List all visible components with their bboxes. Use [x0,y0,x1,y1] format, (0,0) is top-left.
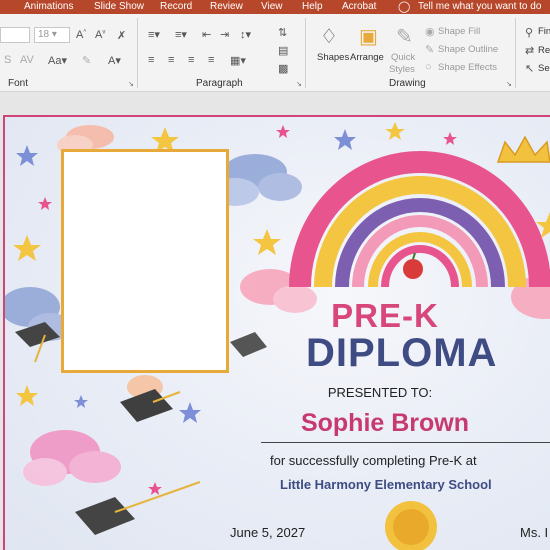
tab-review[interactable]: Review [210,1,243,12]
presented-to-label[interactable]: PRESENTED TO: [305,385,455,400]
name-underline [261,442,550,443]
star-icon [148,482,162,495]
cloud-icon [23,430,121,486]
star-icon [179,402,201,423]
shrink-font-icon[interactable]: Av [95,29,105,41]
graduation-cap-icon [75,481,201,535]
decrease-indent-icon[interactable]: ⇤ [202,28,211,41]
ribbon: 18 ▾ A^ Av ✗ S AV Aa▾ ✎ A▾ Font ↘ ≡▾ ≡▾ … [0,14,550,92]
completion-text[interactable]: for successfully completing Pre-K at [270,453,550,468]
quick-styles-icon[interactable]: ✎ [396,24,413,49]
shape-effects-icon: ○ [425,61,432,73]
shape-outline-icon: ✎ [425,44,435,56]
shapes-button[interactable]: Shapes [317,52,349,63]
replace-button[interactable]: Re [538,45,550,56]
bullets-icon[interactable]: ≡▾ [148,28,160,41]
tab-help[interactable]: Help [302,1,323,12]
shapes-icon[interactable]: ♢ [320,24,338,49]
drawing-dialog-launcher-icon[interactable]: ↘ [506,80,512,88]
select-icon: ↖ [525,63,535,75]
graduation-cap-icon [120,389,181,422]
change-case-icon[interactable]: Aa▾ [48,54,67,67]
diploma-date[interactable]: June 5, 2027 [230,525,305,540]
tab-animations[interactable]: Animations [24,1,73,12]
teacher-name[interactable]: Ms. I [520,525,548,540]
tab-acrobat[interactable]: Acrobat [342,1,376,12]
numbering-icon[interactable]: ≡▾ [175,28,187,41]
photo-placeholder[interactable] [61,149,229,373]
align-center-icon[interactable]: ≡ [168,54,174,66]
school-name[interactable]: Little Harmony Elementary School [280,477,550,492]
star-icon [443,132,457,145]
star-icon [16,145,38,166]
tell-me-search[interactable]: Tell me what you want to do [418,1,541,12]
star-icon [253,229,281,255]
student-name[interactable]: Sophie Brown [265,409,505,438]
font-size-value: 18 [38,29,50,40]
lightbulb-icon: ◯ [398,1,411,13]
shape-fill-button[interactable]: Shape Fill [438,26,480,37]
text-direction-icon[interactable]: ⇅ [278,26,287,39]
diploma-slide[interactable]: PRE-K DIPLOMA PRESENTED TO: Sophie Brown… [3,115,550,550]
shape-effects-button[interactable]: Shape Effects [438,62,497,73]
slide-canvas: PRE-K DIPLOMA PRESENTED TO: Sophie Brown… [0,93,550,550]
gold-seal-icon [385,501,437,550]
select-button[interactable]: Se [538,63,550,74]
star-icon [16,385,38,406]
font-dialog-launcher-icon[interactable]: ↘ [128,80,134,88]
group-divider [305,18,306,88]
tab-view[interactable]: View [261,1,283,12]
font-size-box[interactable]: 18 ▾ [34,27,70,43]
paragraph-dialog-launcher-icon[interactable]: ↘ [296,80,302,88]
clear-formatting-icon[interactable]: ✗ [117,29,126,42]
grow-font-icon[interactable]: A^ [76,29,86,41]
star-icon [38,197,52,210]
star-icon [276,125,290,138]
strikethrough-icon[interactable]: S [4,54,11,66]
star-icon [13,235,41,261]
highlight-icon[interactable]: ✎ [82,54,91,67]
star-icon [334,129,356,150]
find-icon: ⚲ [525,27,534,39]
star-icon [385,122,405,140]
line-spacing-icon[interactable]: ↕▾ [240,28,251,41]
ribbon-tab-bar: Animations Slide Show Record Review View… [0,0,550,14]
group-divider [137,18,138,88]
shape-fill-icon: ◉ [425,26,435,38]
replace-icon: ⇄ [525,45,535,57]
character-spacing-icon[interactable]: AV [20,54,34,66]
align-left-icon[interactable]: ≡ [148,54,154,66]
find-button[interactable]: Fin [538,26,550,37]
drawing-group-label: Drawing [389,78,426,89]
shape-outline-button[interactable]: Shape Outline [438,44,498,55]
arrange-icon[interactable]: ▣ [359,24,378,49]
align-right-icon[interactable]: ≡ [188,54,194,66]
align-text-icon[interactable]: ▤ [278,44,288,57]
tab-slide-show[interactable]: Slide Show [94,1,144,12]
apple-icon [403,252,423,279]
quick-styles-line2[interactable]: Styles [389,64,415,75]
group-divider [515,18,516,88]
font-group-label: Font [8,78,29,89]
diploma-title-line1[interactable]: PRE-K [330,297,440,335]
graduation-cap-icon [230,332,267,357]
increase-indent-icon[interactable]: ⇥ [220,28,229,41]
columns-icon[interactable]: ▦▾ [230,54,246,67]
quick-styles-line1[interactable]: Quick [391,52,415,63]
star-icon [74,395,88,408]
paragraph-group-label: Paragraph [196,78,243,89]
arrange-button[interactable]: Arrange [350,52,384,63]
justify-icon[interactable]: ≡ [208,54,214,66]
tab-record[interactable]: Record [160,1,192,12]
crown-icon [496,135,550,163]
smartart-icon[interactable]: ▩ [278,62,288,75]
font-name-box[interactable] [0,27,30,43]
diploma-title-line2[interactable]: DIPLOMA [306,331,526,376]
font-color-icon[interactable]: A▾ [108,54,121,67]
